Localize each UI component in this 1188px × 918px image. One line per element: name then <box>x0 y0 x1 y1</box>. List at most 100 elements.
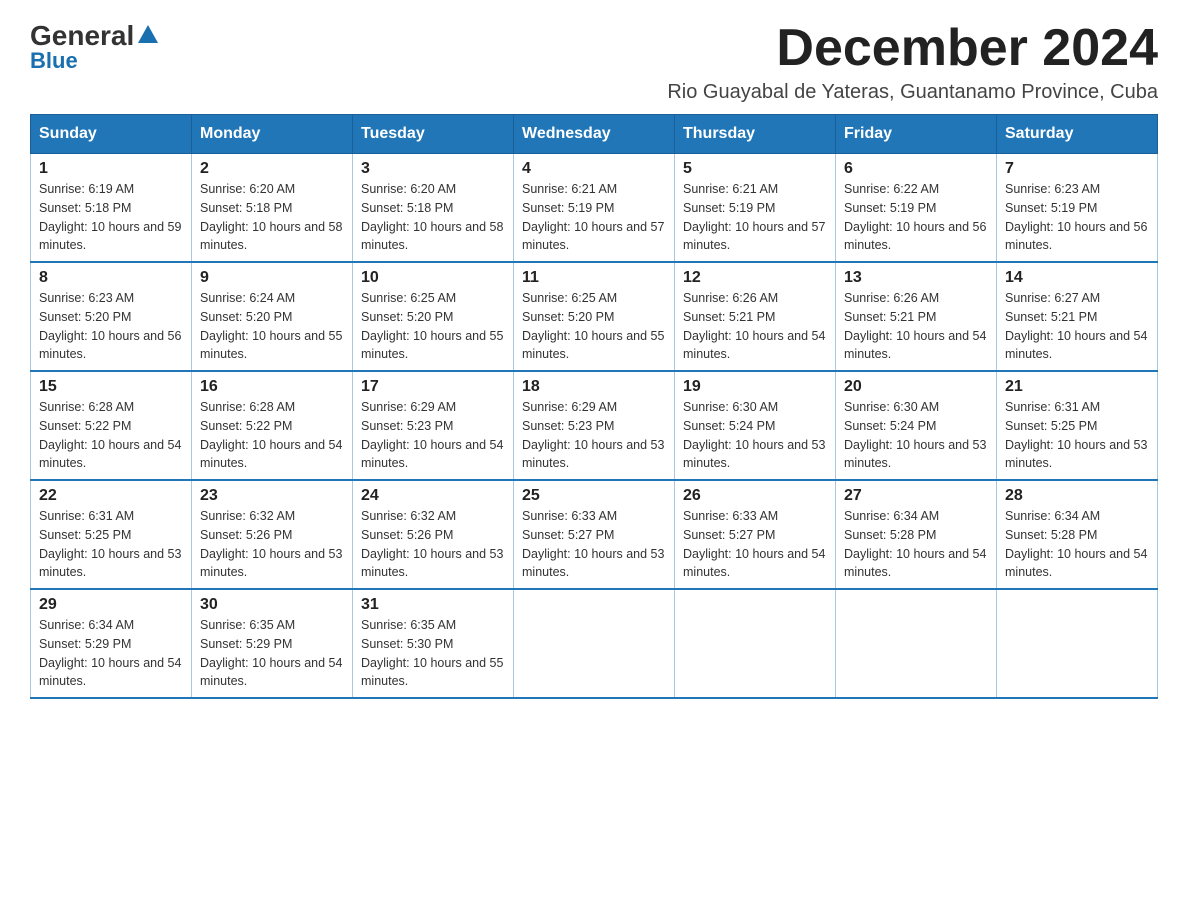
day-info: Sunrise: 6:28 AMSunset: 5:22 PMDaylight:… <box>39 398 183 473</box>
calendar-cell: 8 Sunrise: 6:23 AMSunset: 5:20 PMDaylight… <box>31 262 192 371</box>
day-info: Sunrise: 6:34 AMSunset: 5:28 PMDaylight:… <box>844 507 988 582</box>
calendar-cell: 22 Sunrise: 6:31 AMSunset: 5:25 PMDayligh… <box>31 480 192 589</box>
day-info: Sunrise: 6:24 AMSunset: 5:20 PMDaylight:… <box>200 289 344 364</box>
calendar-cell: 17 Sunrise: 6:29 AMSunset: 5:23 PMDayligh… <box>353 371 514 480</box>
day-number: 16 <box>200 378 344 396</box>
calendar-header-monday: Monday <box>192 115 353 154</box>
day-info: Sunrise: 6:30 AMSunset: 5:24 PMDaylight:… <box>683 398 827 473</box>
day-number: 7 <box>1005 160 1149 178</box>
calendar-cell: 11Sunrise: 6:25 AMSunset: 5:20 PMDayligh… <box>514 262 675 371</box>
calendar-cell <box>675 589 836 698</box>
day-number: 29 <box>39 596 183 614</box>
calendar-cell: 15 Sunrise: 6:28 AMSunset: 5:22 PMDayligh… <box>31 371 192 480</box>
day-info: Sunrise: 6:27 AMSunset: 5:21 PMDaylight:… <box>1005 289 1149 364</box>
calendar-cell: 6 Sunrise: 6:22 AMSunset: 5:19 PMDaylight… <box>836 154 997 263</box>
logo: General Blue <box>30 20 158 74</box>
calendar-cell: 12 Sunrise: 6:26 AMSunset: 5:21 PMDayligh… <box>675 262 836 371</box>
day-info: Sunrise: 6:31 AMSunset: 5:25 PMDaylight:… <box>1005 398 1149 473</box>
day-info: Sunrise: 6:20 AMSunset: 5:18 PMDaylight:… <box>361 180 505 255</box>
logo-blue-text: Blue <box>30 48 78 74</box>
day-info: Sunrise: 6:32 AMSunset: 5:26 PMDaylight:… <box>200 507 344 582</box>
day-number: 5 <box>683 160 827 178</box>
day-info: Sunrise: 6:29 AMSunset: 5:23 PMDaylight:… <box>522 398 666 473</box>
calendar-cell: 21Sunrise: 6:31 AMSunset: 5:25 PMDayligh… <box>997 371 1158 480</box>
day-info: Sunrise: 6:35 AMSunset: 5:30 PMDaylight:… <box>361 616 505 691</box>
calendar-cell: 16Sunrise: 6:28 AMSunset: 5:22 PMDayligh… <box>192 371 353 480</box>
day-number: 14 <box>1005 269 1149 287</box>
calendar-header-thursday: Thursday <box>675 115 836 154</box>
calendar-cell <box>836 589 997 698</box>
calendar-cell: 5 Sunrise: 6:21 AMSunset: 5:19 PMDaylight… <box>675 154 836 263</box>
day-info: Sunrise: 6:29 AMSunset: 5:23 PMDaylight:… <box>361 398 505 473</box>
calendar-cell: 2Sunrise: 6:20 AMSunset: 5:18 PMDaylight… <box>192 154 353 263</box>
day-number: 3 <box>361 160 505 178</box>
day-info: Sunrise: 6:33 AMSunset: 5:27 PMDaylight:… <box>522 507 666 582</box>
day-number: 28 <box>1005 487 1149 505</box>
day-info: Sunrise: 6:22 AMSunset: 5:19 PMDaylight:… <box>844 180 988 255</box>
day-info: Sunrise: 6:34 AMSunset: 5:29 PMDaylight:… <box>39 616 183 691</box>
day-number: 9 <box>200 269 344 287</box>
calendar-cell: 18Sunrise: 6:29 AMSunset: 5:23 PMDayligh… <box>514 371 675 480</box>
calendar-cell <box>997 589 1158 698</box>
calendar-cell: 14 Sunrise: 6:27 AMSunset: 5:21 PMDayligh… <box>997 262 1158 371</box>
calendar-cell: 20 Sunrise: 6:30 AMSunset: 5:24 PMDayligh… <box>836 371 997 480</box>
day-number: 10 <box>361 269 505 287</box>
day-number: 30 <box>200 596 344 614</box>
day-number: 17 <box>361 378 505 396</box>
day-number: 15 <box>39 378 183 396</box>
calendar-cell: 26Sunrise: 6:33 AMSunset: 5:27 PMDayligh… <box>675 480 836 589</box>
day-info: Sunrise: 6:30 AMSunset: 5:24 PMDaylight:… <box>844 398 988 473</box>
calendar-cell: 10 Sunrise: 6:25 AMSunset: 5:20 PMDayligh… <box>353 262 514 371</box>
title-block: December 2024 Rio Guayabal de Yateras, G… <box>667 20 1158 104</box>
page-header: General Blue December 2024 Rio Guayabal … <box>30 20 1158 104</box>
day-info: Sunrise: 6:19 AMSunset: 5:18 PMDaylight:… <box>39 180 183 255</box>
calendar-week-row: 15 Sunrise: 6:28 AMSunset: 5:22 PMDayligh… <box>31 371 1158 480</box>
day-number: 4 <box>522 160 666 178</box>
calendar-week-row: 1Sunrise: 6:19 AMSunset: 5:18 PMDaylight… <box>31 154 1158 263</box>
day-number: 12 <box>683 269 827 287</box>
day-number: 19 <box>683 378 827 396</box>
calendar-cell: 31Sunrise: 6:35 AMSunset: 5:30 PMDayligh… <box>353 589 514 698</box>
calendar-header-sunday: Sunday <box>31 115 192 154</box>
calendar-cell: 25 Sunrise: 6:33 AMSunset: 5:27 PMDayligh… <box>514 480 675 589</box>
day-number: 22 <box>39 487 183 505</box>
day-info: Sunrise: 6:21 AMSunset: 5:19 PMDaylight:… <box>522 180 666 255</box>
calendar-cell: 24Sunrise: 6:32 AMSunset: 5:26 PMDayligh… <box>353 480 514 589</box>
month-title: December 2024 <box>667 20 1158 77</box>
day-number: 2 <box>200 160 344 178</box>
day-info: Sunrise: 6:25 AMSunset: 5:20 PMDaylight:… <box>522 289 666 364</box>
day-number: 23 <box>200 487 344 505</box>
calendar-week-row: 8 Sunrise: 6:23 AMSunset: 5:20 PMDaylight… <box>31 262 1158 371</box>
day-info: Sunrise: 6:26 AMSunset: 5:21 PMDaylight:… <box>683 289 827 364</box>
calendar-cell: 28 Sunrise: 6:34 AMSunset: 5:28 PMDayligh… <box>997 480 1158 589</box>
day-number: 6 <box>844 160 988 178</box>
day-number: 25 <box>522 487 666 505</box>
day-number: 27 <box>844 487 988 505</box>
calendar-cell: 29 Sunrise: 6:34 AMSunset: 5:29 PMDayligh… <box>31 589 192 698</box>
calendar-cell <box>514 589 675 698</box>
day-info: Sunrise: 6:25 AMSunset: 5:20 PMDaylight:… <box>361 289 505 364</box>
day-number: 20 <box>844 378 988 396</box>
day-number: 24 <box>361 487 505 505</box>
day-info: Sunrise: 6:34 AMSunset: 5:28 PMDaylight:… <box>1005 507 1149 582</box>
calendar-week-row: 29 Sunrise: 6:34 AMSunset: 5:29 PMDayligh… <box>31 589 1158 698</box>
day-info: Sunrise: 6:35 AMSunset: 5:29 PMDaylight:… <box>200 616 344 691</box>
day-info: Sunrise: 6:23 AMSunset: 5:19 PMDaylight:… <box>1005 180 1149 255</box>
day-info: Sunrise: 6:31 AMSunset: 5:25 PMDaylight:… <box>39 507 183 582</box>
calendar-cell: 4 Sunrise: 6:21 AMSunset: 5:19 PMDaylight… <box>514 154 675 263</box>
location-title: Rio Guayabal de Yateras, Guantanamo Prov… <box>667 81 1158 104</box>
calendar-cell: 30 Sunrise: 6:35 AMSunset: 5:29 PMDayligh… <box>192 589 353 698</box>
day-number: 13 <box>844 269 988 287</box>
day-number: 8 <box>39 269 183 287</box>
calendar-header-friday: Friday <box>836 115 997 154</box>
logo-triangle-icon <box>138 25 158 43</box>
calendar-cell: 27 Sunrise: 6:34 AMSunset: 5:28 PMDayligh… <box>836 480 997 589</box>
day-info: Sunrise: 6:23 AMSunset: 5:20 PMDaylight:… <box>39 289 183 364</box>
calendar-week-row: 22 Sunrise: 6:31 AMSunset: 5:25 PMDayligh… <box>31 480 1158 589</box>
calendar-cell: 7 Sunrise: 6:23 AMSunset: 5:19 PMDaylight… <box>997 154 1158 263</box>
day-info: Sunrise: 6:26 AMSunset: 5:21 PMDaylight:… <box>844 289 988 364</box>
day-info: Sunrise: 6:21 AMSunset: 5:19 PMDaylight:… <box>683 180 827 255</box>
calendar-cell: 3 Sunrise: 6:20 AMSunset: 5:18 PMDaylight… <box>353 154 514 263</box>
calendar-header-tuesday: Tuesday <box>353 115 514 154</box>
calendar-header-saturday: Saturday <box>997 115 1158 154</box>
